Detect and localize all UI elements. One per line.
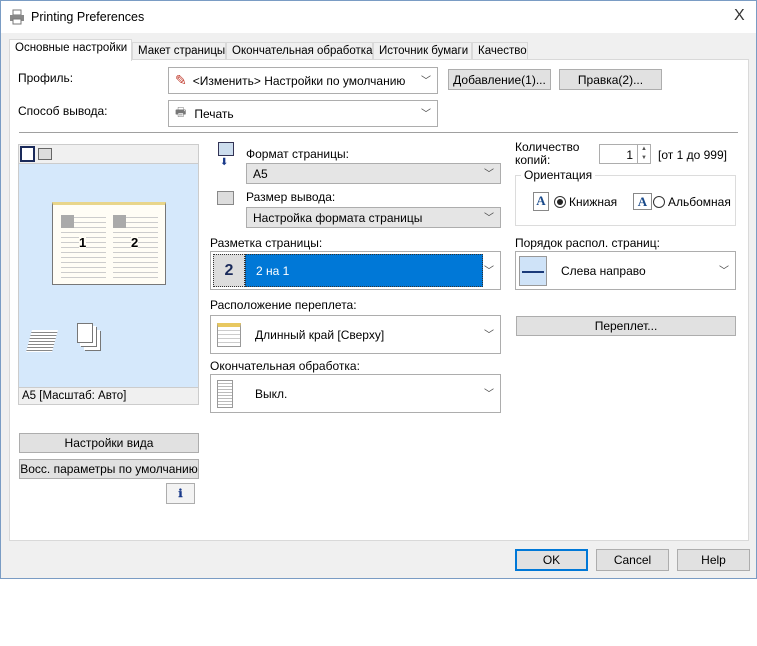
tab-page-layout[interactable]: Макет страницы <box>132 42 226 60</box>
chevron-down-icon: ﹀ <box>421 108 431 120</box>
printer-view-icon[interactable] <box>38 148 52 160</box>
ok-button[interactable]: OK <box>515 549 588 571</box>
landscape-label[interactable]: Альбомная <box>668 195 731 209</box>
page-size-value: A5 <box>253 166 268 181</box>
binding-edge-icon <box>217 322 241 347</box>
title-bar: Printing Preferences X <box>1 1 756 33</box>
profile-select[interactable]: ✎ <Изменить> Настройки по умолчанию ﹀ <box>168 67 438 94</box>
separator <box>19 132 738 133</box>
tab-basic-settings[interactable]: Основные настройки <box>9 39 132 61</box>
copies-value: 1 <box>626 148 633 162</box>
print-icon: 🖶 <box>175 105 187 119</box>
preview-status: A5 [Масштаб: Авто] <box>19 387 198 404</box>
page-size-icon <box>218 142 234 156</box>
layout-icon: 2 <box>213 254 245 287</box>
copies-spinner[interactable]: 1 ▲ ▼ <box>599 144 651 164</box>
preview-panel: 1 2 A5 [Масштаб: Авто] <box>18 144 199 405</box>
output-size-label: Размер вывода: <box>246 190 336 204</box>
window-title: Printing Preferences <box>31 10 145 24</box>
edit-profile-button[interactable]: Правка(2)... <box>559 69 662 90</box>
chevron-down-icon: ﹀ <box>719 265 729 277</box>
tab-finishing[interactable]: Окончательная обработка <box>226 42 373 60</box>
page-size-label: Формат страницы: <box>246 147 349 161</box>
orientation-label: Ориентация <box>521 168 596 182</box>
binding-button[interactable]: Переплет... <box>516 316 736 336</box>
binding-location-select[interactable]: Длинный край [Сверху] ﹀ <box>210 315 501 354</box>
preview-toolbar <box>19 145 198 164</box>
page-number: 2 <box>131 235 139 250</box>
page-order-select[interactable]: Слева направо ﹀ <box>515 251 736 290</box>
page-layout-select[interactable]: 2 2 на 1 ﹀ <box>210 251 501 290</box>
page-layout-label: Разметка страницы: <box>210 236 323 250</box>
info-button[interactable]: ℹ <box>166 483 195 504</box>
output-size-icon <box>217 191 234 205</box>
chevron-down-icon: ﹀ <box>421 75 431 87</box>
portrait-label[interactable]: Книжная <box>569 195 617 209</box>
left-to-right-icon <box>519 255 547 286</box>
printing-preferences-window: Printing Preferences X Основные настройк… <box>0 0 757 579</box>
pencil-icon: ✎ <box>175 72 187 88</box>
spin-buttons[interactable]: ▲ ▼ <box>637 145 650 163</box>
chevron-down-icon: ﹀ <box>484 168 494 180</box>
info-icon: ℹ <box>178 488 183 500</box>
output-size-value: Настройка формата страницы <box>253 210 423 225</box>
profile-label: Профиль: <box>18 71 74 85</box>
output-method-value: Печать <box>194 106 234 121</box>
chevron-down-icon: ﹀ <box>484 265 494 277</box>
add-profile-button[interactable]: Добавление(1)... <box>448 69 551 90</box>
page-order-value: Слева направо <box>561 263 646 278</box>
cancel-button[interactable]: Cancel <box>596 549 669 571</box>
tab-paper-source[interactable]: Источник бумаги <box>373 42 472 60</box>
view-settings-button[interactable]: Настройки вида <box>19 433 199 453</box>
finishing-select[interactable]: Выкл. ﹀ <box>210 374 501 413</box>
page-size-select[interactable]: A5 ﹀ <box>246 163 501 184</box>
portrait-radio[interactable] <box>554 196 566 208</box>
copies-stack-icon <box>77 323 93 343</box>
output-method-label: Способ вывода: <box>18 104 108 118</box>
page-layout-value: 2 на 1 <box>245 254 483 287</box>
copies-range: [от 1 до 999] <box>658 148 727 162</box>
page-number: 1 <box>79 235 87 250</box>
finishing-label: Окончательная обработка: <box>210 359 360 373</box>
image-placeholder <box>113 215 126 228</box>
collate-stack-icon <box>26 330 58 352</box>
image-placeholder <box>61 215 74 228</box>
chevron-down-icon: ﹀ <box>484 329 494 341</box>
finishing-value: Выкл. <box>255 386 288 401</box>
profile-value: <Изменить> Настройки по умолчанию <box>192 73 406 88</box>
page-preview: 1 2 <box>52 202 166 285</box>
copies-label: Количество копий: <box>515 140 580 167</box>
close-button[interactable]: X <box>734 7 745 25</box>
chevron-down-icon: ﹀ <box>484 212 494 224</box>
binding-location-value: Длинный край [Сверху] <box>255 327 385 342</box>
printer-icon <box>10 9 24 25</box>
page-view-icon[interactable] <box>20 146 35 162</box>
output-method-select[interactable]: 🖶 Печать ﹀ <box>168 100 438 127</box>
tab-quality[interactable]: Качество <box>472 42 528 60</box>
page-order-label: Порядок распол. страниц: <box>515 236 660 250</box>
arrow-down-icon: ⬇ <box>220 157 229 168</box>
chevron-down-icon: ﹀ <box>484 388 494 400</box>
binding-location-label: Расположение переплета: <box>210 298 357 312</box>
help-button[interactable]: Help <box>677 549 750 571</box>
restore-defaults-button[interactable]: Восс. параметры по умолчанию <box>19 459 199 479</box>
collate-icon <box>217 379 233 408</box>
landscape-radio[interactable] <box>653 196 665 208</box>
output-size-select[interactable]: Настройка формата страницы ﹀ <box>246 207 501 228</box>
portrait-icon: A <box>533 192 549 211</box>
landscape-icon: A <box>633 193 652 210</box>
